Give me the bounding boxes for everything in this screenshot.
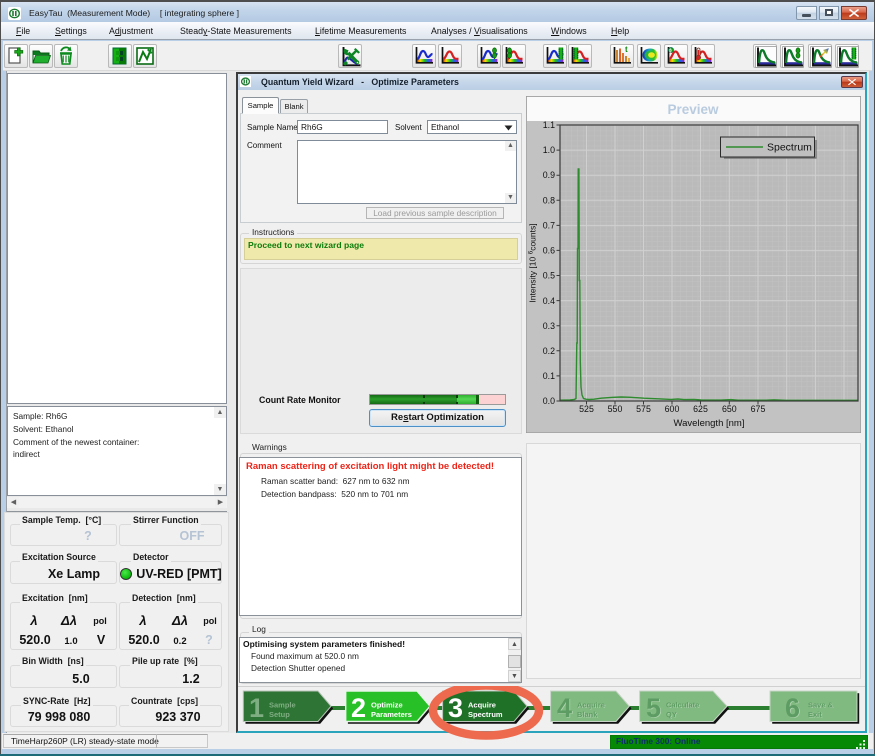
svg-text:0.0: 0.0: [543, 396, 555, 406]
svg-text:525: 525: [579, 404, 594, 414]
svg-text:0.9: 0.9: [543, 170, 555, 180]
svg-text:Setup: Setup: [269, 710, 290, 719]
svg-text:Exit: Exit: [808, 710, 822, 719]
svg-text:0.6: 0.6: [543, 246, 555, 256]
svg-text:1.1: 1.1: [543, 120, 555, 130]
svg-text:Preview: Preview: [667, 102, 719, 117]
svg-text:575: 575: [636, 404, 651, 414]
svg-text:2: 2: [351, 693, 366, 723]
svg-text:3: 3: [448, 693, 463, 723]
svg-text:Wavelength [nm]: Wavelength [nm]: [674, 418, 745, 429]
svg-text:Spectrum: Spectrum: [468, 710, 503, 719]
svg-text:0.8: 0.8: [543, 195, 555, 205]
svg-text:Save &: Save &: [808, 701, 834, 710]
svg-text:Acquire: Acquire: [577, 701, 605, 710]
svg-text:6: 6: [785, 693, 800, 723]
svg-text:Intensity [10 6counts]: Intensity [10 6counts]: [528, 223, 538, 302]
svg-text:ϕ: ϕ: [669, 48, 672, 54]
svg-text:4: 4: [557, 693, 572, 723]
svg-text:600: 600: [665, 404, 680, 414]
svg-text:0.2: 0.2: [543, 346, 555, 356]
svg-text:t: t: [625, 46, 628, 54]
svg-text:650: 650: [722, 404, 737, 414]
svg-text:0.5: 0.5: [543, 271, 555, 281]
svg-text:Acquire: Acquire: [468, 701, 496, 710]
svg-text:Spectrum: Spectrum: [767, 142, 812, 154]
svg-text:5: 5: [646, 693, 661, 723]
svg-text:0.4: 0.4: [543, 296, 555, 306]
svg-text:1.0: 1.0: [543, 145, 555, 155]
svg-text:1: 1: [249, 693, 264, 723]
svg-text:Sample: Sample: [269, 701, 296, 710]
svg-text:QY: QY: [666, 710, 677, 719]
svg-text:0.1: 0.1: [543, 371, 555, 381]
svg-text:Calculate: Calculate: [666, 701, 699, 710]
svg-text:Blank: Blank: [577, 710, 598, 719]
svg-text:0.7: 0.7: [543, 220, 555, 230]
svg-text:550: 550: [608, 404, 623, 414]
svg-text:0.3: 0.3: [543, 321, 555, 331]
svg-text:Parameters: Parameters: [371, 710, 412, 719]
svg-text:Optimize: Optimize: [371, 701, 403, 710]
svg-text:625: 625: [693, 404, 708, 414]
svg-text:675: 675: [751, 404, 766, 414]
